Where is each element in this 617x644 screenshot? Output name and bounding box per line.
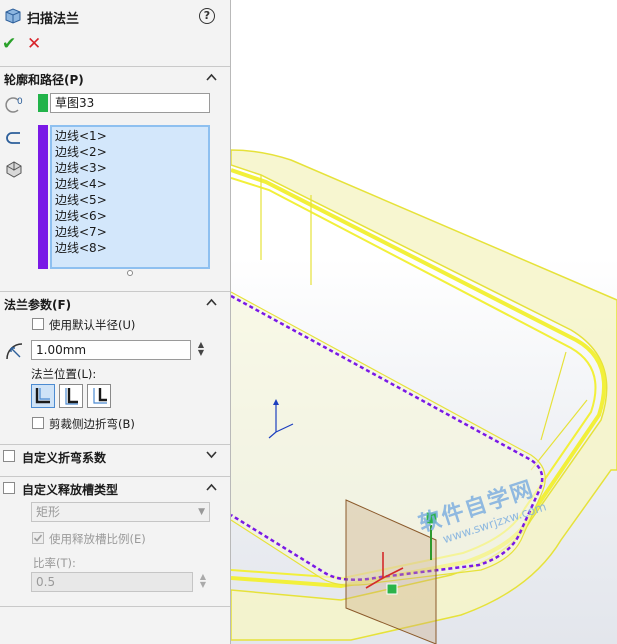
- material-outside-icon: [65, 388, 78, 405]
- bend-radius-icon: [6, 343, 23, 360]
- profile-path-group-title: 轮廓和路径(P): [4, 73, 84, 87]
- use-default-radius-label: 使用默认半径(U): [49, 318, 136, 332]
- path-edge-item[interactable]: 边线<8>: [55, 240, 208, 256]
- spin-down-icon[interactable]: ▼: [194, 349, 208, 357]
- ratio-label: 比率(T):: [33, 556, 76, 570]
- path-edge-icon: [6, 132, 20, 144]
- flange-params-group-header[interactable]: 法兰参数(F): [0, 291, 230, 313]
- use-default-radius-checkbox[interactable]: [32, 318, 44, 330]
- profile-sketch-icon: 0: [5, 97, 23, 113]
- bend-outside-button[interactable]: [87, 384, 111, 408]
- help-icon[interactable]: ?: [199, 8, 215, 24]
- path-edge-item[interactable]: 边线<5>: [55, 192, 208, 208]
- ratio-spinner[interactable]: ▲ ▼: [196, 573, 210, 589]
- radius-spinner[interactable]: ▲ ▼: [194, 341, 208, 357]
- cancel-x-icon[interactable]: ✕: [27, 34, 41, 54]
- bend-radius-input[interactable]: 1.00mm: [31, 340, 191, 360]
- sheet-metal-part-icon: [6, 161, 22, 178]
- chevron-down-icon: ▼: [198, 507, 205, 517]
- use-relief-ratio-checkbox[interactable]: [32, 532, 44, 544]
- path-edge-item[interactable]: 边线<3>: [55, 160, 208, 176]
- flange-position-label: 法兰位置(L):: [31, 367, 97, 381]
- graphics-area[interactable]: 软件自学网 www.swrjzxw.com: [231, 0, 617, 644]
- material-inside-icon: [35, 388, 50, 404]
- drag-handle-bottom[interactable]: [386, 583, 398, 595]
- custom-bend-checkbox[interactable]: [3, 450, 15, 462]
- svg-text:0: 0: [17, 97, 23, 107]
- bend-outside-icon: [93, 388, 107, 404]
- custom-bend-group-header[interactable]: 自定义折弯系数: [0, 444, 230, 466]
- relief-type-select[interactable]: 矩形 ▼: [31, 502, 210, 522]
- path-edge-item[interactable]: 边线<2>: [55, 144, 208, 160]
- profile-sketch-field[interactable]: 草图33: [50, 93, 210, 113]
- material-inside-button[interactable]: [31, 384, 55, 408]
- model-view[interactable]: [231, 0, 617, 644]
- ratio-input[interactable]: 0.5: [31, 572, 193, 592]
- trim-side-bends-label: 剪裁侧边折弯(B): [49, 417, 135, 431]
- trim-side-bends-checkbox[interactable]: [32, 417, 44, 429]
- material-outside-button[interactable]: [59, 384, 83, 408]
- chevron-down-icon[interactable]: [206, 451, 217, 459]
- checkmark-icon: [33, 534, 43, 542]
- profile-path-group-header[interactable]: 轮廓和路径(P): [0, 66, 230, 88]
- path-edge-item[interactable]: 边线<6>: [55, 208, 208, 224]
- chevron-up-icon[interactable]: [206, 298, 217, 306]
- feature-title-row: 扫描法兰 ?: [0, 0, 230, 32]
- panel-bottom-divider: [0, 606, 230, 607]
- relief-type-value: 矩形: [36, 505, 61, 519]
- spin-down-icon[interactable]: ▼: [196, 581, 210, 589]
- path-edge-item[interactable]: 边线<1>: [55, 128, 208, 144]
- use-relief-ratio-label: 使用释放槽比例(E): [49, 532, 146, 546]
- chevron-up-icon[interactable]: [206, 483, 217, 491]
- ok-check-icon[interactable]: ✔: [2, 34, 16, 54]
- custom-relief-group-title: 自定义释放槽类型: [22, 483, 119, 497]
- path-edge-item[interactable]: 边线<7>: [55, 224, 208, 240]
- custom-relief-checkbox[interactable]: [3, 482, 15, 494]
- property-manager-panel: 扫描法兰 ? ✔ ✕ 轮廓和路径(P) 0 草图33 边线<1> 边线<2> 边线<…: [0, 0, 231, 644]
- swept-flange-icon: [5, 8, 21, 24]
- profile-color-indicator: [38, 94, 48, 112]
- flange-params-group-title: 法兰参数(F): [4, 298, 72, 312]
- chevron-up-icon[interactable]: [206, 73, 217, 81]
- custom-bend-group-title: 自定义折弯系数: [22, 451, 107, 465]
- path-edges-list[interactable]: 边线<1> 边线<2> 边线<3> 边线<4> 边线<5> 边线<6> 边线<7> 边线<8>: [50, 125, 210, 269]
- custom-relief-group-header[interactable]: 自定义释放槽类型: [0, 476, 230, 498]
- list-resize-handle[interactable]: [127, 270, 133, 276]
- path-edge-item[interactable]: 边线<4>: [55, 176, 208, 192]
- feature-title: 扫描法兰: [27, 12, 80, 27]
- path-color-indicator: [38, 125, 48, 269]
